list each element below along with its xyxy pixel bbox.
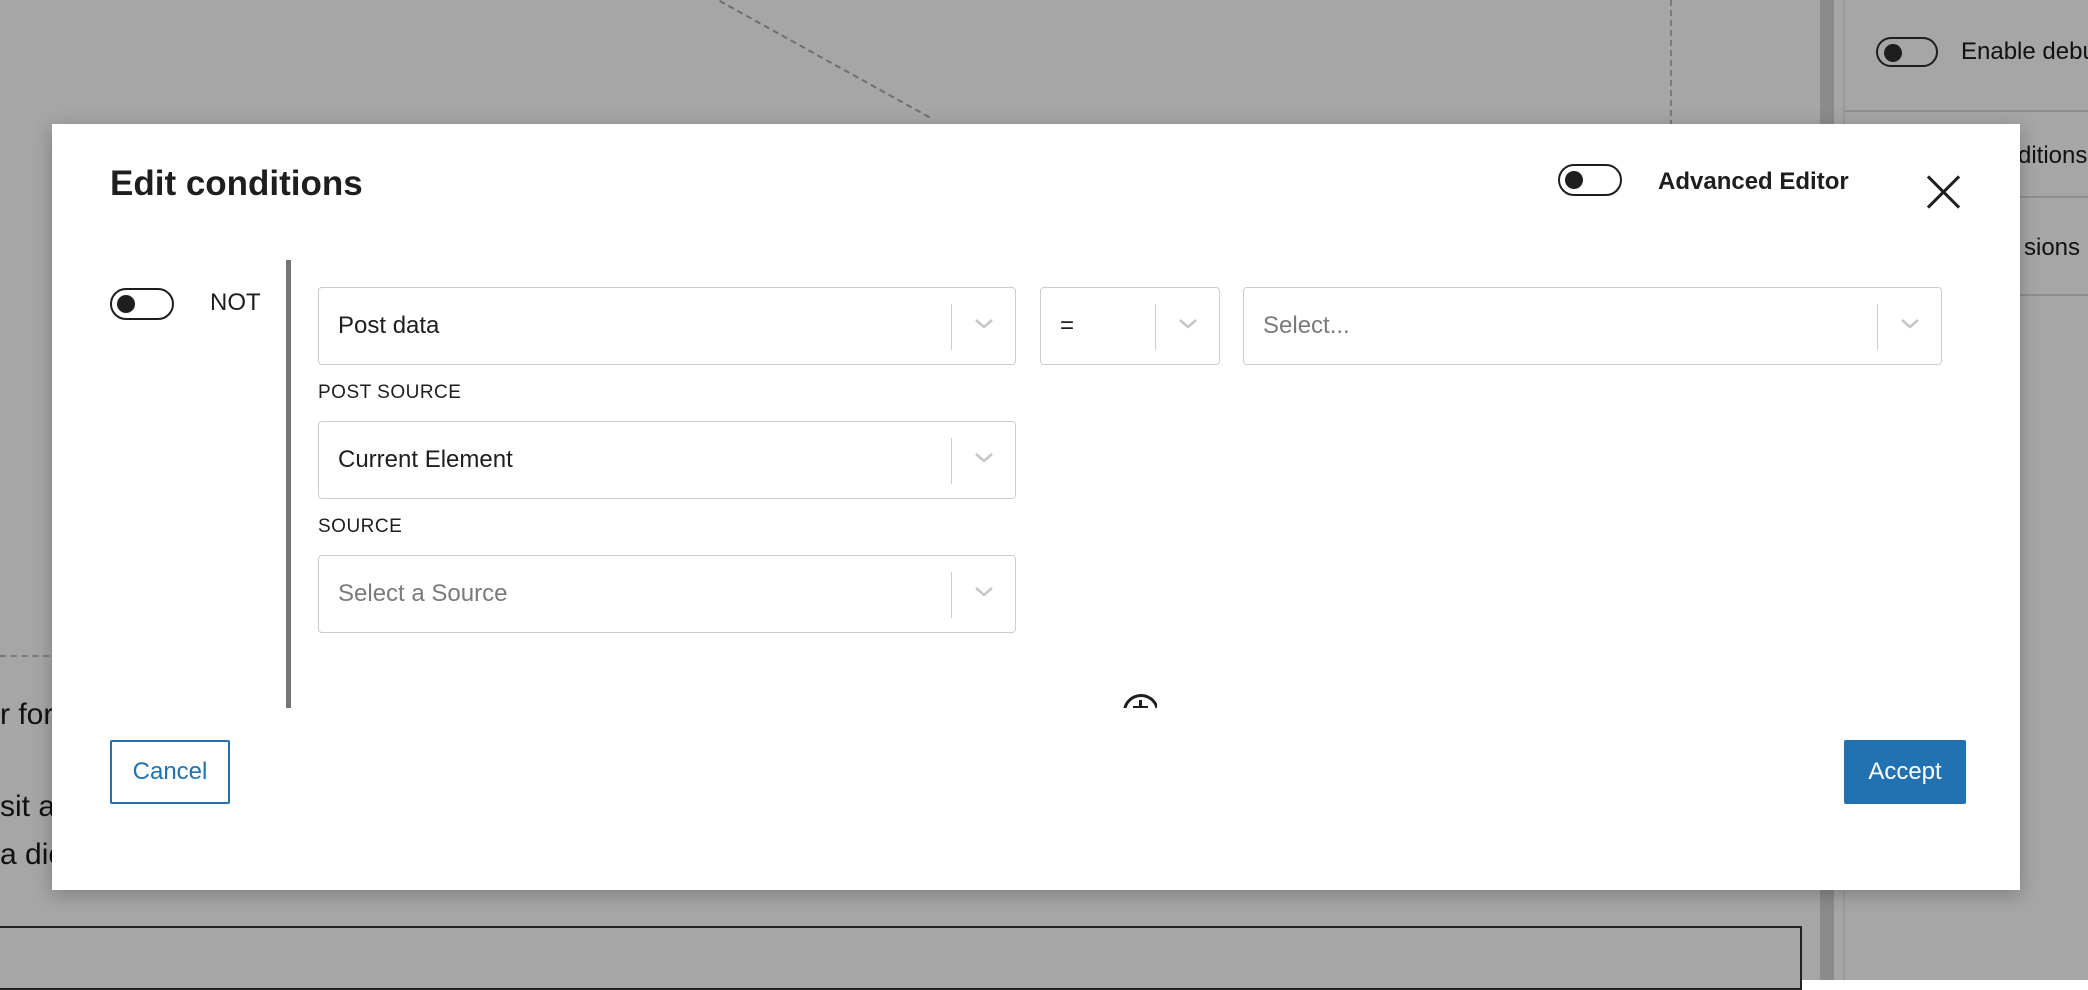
select-separator	[951, 572, 952, 618]
canvas-guide-horizontal	[0, 655, 60, 657]
source-select[interactable]: Select a Source	[318, 555, 1016, 633]
debug-label: Enable debu	[1961, 38, 2088, 65]
modal-title: Edit conditions	[110, 164, 363, 203]
post-source-value: Current Element	[338, 446, 513, 473]
chevron-down-icon	[1179, 319, 1197, 329]
value-select-placeholder: Select...	[1263, 312, 1350, 339]
cancel-button[interactable]: Cancel	[110, 740, 230, 804]
debug-toggle[interactable]	[1876, 37, 1938, 67]
not-toggle[interactable]	[110, 288, 174, 320]
condition-group-bar	[286, 260, 291, 708]
background-block	[0, 926, 1802, 990]
source-select-placeholder: Select a Source	[338, 580, 508, 607]
operator-select-value: =	[1060, 312, 1075, 339]
close-icon[interactable]	[1926, 174, 1962, 210]
toggle-knob	[1565, 171, 1583, 189]
advanced-editor-toggle[interactable]	[1558, 164, 1622, 196]
advanced-editor-label: Advanced Editor	[1658, 168, 1849, 195]
toggle-knob	[117, 295, 135, 313]
source-label: SOURCE	[318, 516, 403, 537]
subject-select[interactable]: Post data	[318, 287, 1016, 365]
edit-conditions-modal: Edit conditions Advanced Editor NOT Post…	[52, 124, 2020, 890]
chevron-down-icon	[975, 587, 993, 597]
sidebar-item-permissions[interactable]: sions	[2024, 234, 2080, 262]
subject-select-value: Post data	[338, 312, 440, 339]
select-separator	[1155, 304, 1156, 350]
chevron-down-icon	[1901, 319, 1919, 329]
canvas-guide-line	[719, 0, 930, 119]
chevron-down-icon	[975, 319, 993, 329]
sidebar-item-conditions[interactable]: ditions	[2018, 142, 2087, 170]
plus-circle-icon[interactable]	[1123, 694, 1157, 708]
post-source-label: POST SOURCE	[318, 382, 462, 403]
operator-select[interactable]: =	[1040, 287, 1220, 365]
post-source-select[interactable]: Current Element	[318, 421, 1016, 499]
background-text: r for	[0, 698, 54, 731]
select-separator	[1877, 304, 1878, 350]
select-separator	[951, 438, 952, 484]
value-select[interactable]: Select...	[1243, 287, 1942, 365]
sidebar-divider	[1845, 110, 2088, 112]
chevron-down-icon	[975, 453, 993, 463]
accept-button[interactable]: Accept	[1844, 740, 1966, 804]
canvas-guide-vertical	[1670, 0, 1672, 126]
not-label: NOT	[210, 289, 261, 316]
select-separator	[951, 304, 952, 350]
